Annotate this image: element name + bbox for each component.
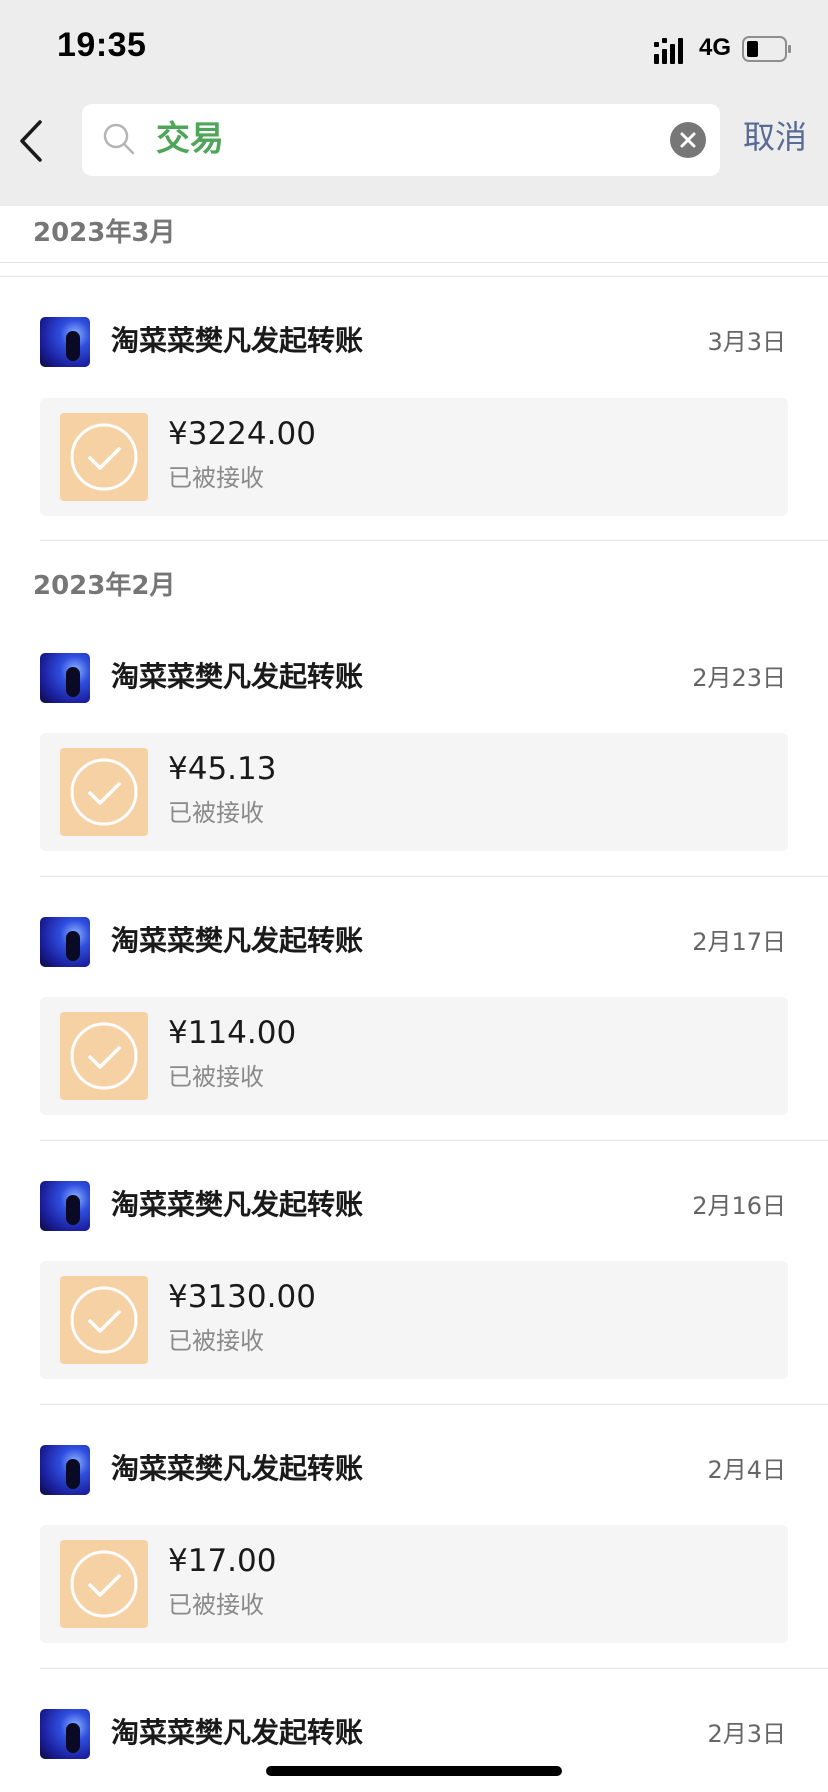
transaction-date: 2月17日: [692, 928, 786, 956]
transfer-status: 已被接收: [168, 464, 264, 492]
transaction-date: 2月16日: [692, 1192, 786, 1220]
home-indicator: [266, 1766, 562, 1776]
network-type: 4G: [699, 34, 732, 61]
search-icon: [103, 123, 135, 155]
transaction-title: 淘菜菜樊凡发起转账: [111, 1452, 364, 1485]
transfer-status: 已被接收: [168, 1327, 264, 1355]
divider: [40, 1404, 828, 1405]
transaction-date: 2月4日: [707, 1456, 786, 1484]
divider: [40, 540, 828, 541]
status-time: 19:35: [57, 26, 147, 64]
transaction-title: 淘菜菜樊凡发起转账: [111, 660, 364, 693]
clear-search-icon[interactable]: [670, 122, 706, 158]
search-bar[interactable]: 交易: [82, 104, 720, 176]
transfer-received-icon: [60, 748, 148, 836]
transaction-header[interactable]: 淘菜菜樊凡发起转账 3月3日: [40, 317, 786, 367]
month-header: 2023年3月: [33, 218, 176, 248]
avatar: [40, 1709, 90, 1759]
divider: [40, 1668, 828, 1669]
transaction-title: 淘菜菜樊凡发起转账: [111, 1716, 364, 1749]
signal-icon: [654, 38, 683, 64]
transfer-card[interactable]: ¥17.00 已被接收: [40, 1525, 788, 1643]
transfer-status: 已被接收: [168, 799, 264, 827]
avatar: [40, 917, 90, 967]
cancel-button[interactable]: 取消: [743, 117, 807, 157]
divider: [0, 276, 828, 277]
transaction-header[interactable]: 淘菜菜樊凡发起转账 2月4日: [40, 1445, 786, 1495]
transfer-received-icon: [60, 1012, 148, 1100]
transfer-status: 已被接收: [168, 1591, 264, 1619]
transaction-header[interactable]: 淘菜菜樊凡发起转账 2月3日: [40, 1709, 786, 1759]
transaction-date: 2月3日: [707, 1720, 786, 1748]
transfer-amount: ¥17.00: [168, 1543, 277, 1579]
avatar: [40, 653, 90, 703]
transfer-card[interactable]: ¥3224.00 已被接收: [40, 398, 788, 516]
search-input[interactable]: 交易: [156, 119, 224, 159]
avatar: [40, 1181, 90, 1231]
divider: [40, 1140, 828, 1141]
transfer-received-icon: [60, 1540, 148, 1628]
transfer-amount: ¥3224.00: [168, 416, 316, 452]
divider: [0, 262, 828, 263]
transaction-title: 淘菜菜樊凡发起转账: [111, 924, 364, 957]
avatar: [40, 317, 90, 367]
transaction-header[interactable]: 淘菜菜樊凡发起转账 2月23日: [40, 653, 786, 703]
transfer-received-icon: [60, 1276, 148, 1364]
battery-icon: [742, 36, 791, 62]
transaction-title: 淘菜菜樊凡发起转账: [111, 1188, 364, 1221]
divider: [40, 876, 828, 877]
month-header: 2023年2月: [33, 571, 176, 601]
transfer-amount: ¥45.13: [168, 751, 277, 787]
transfer-amount: ¥3130.00: [168, 1279, 316, 1315]
transaction-date: 3月3日: [707, 328, 786, 356]
transfer-received-icon: [60, 413, 148, 501]
transfer-card[interactable]: ¥3130.00 已被接收: [40, 1261, 788, 1379]
transaction-header[interactable]: 淘菜菜樊凡发起转账 2月17日: [40, 917, 786, 967]
transaction-date: 2月23日: [692, 664, 786, 692]
transfer-card[interactable]: ¥45.13 已被接收: [40, 733, 788, 851]
transfer-card[interactable]: ¥114.00 已被接收: [40, 997, 788, 1115]
transfer-amount: ¥114.00: [168, 1015, 297, 1051]
transfer-status: 已被接收: [168, 1063, 264, 1091]
back-arrow-icon[interactable]: [16, 118, 52, 164]
transaction-title: 淘菜菜樊凡发起转账: [111, 324, 364, 357]
avatar: [40, 1445, 90, 1495]
transaction-header[interactable]: 淘菜菜樊凡发起转账 2月16日: [40, 1181, 786, 1231]
